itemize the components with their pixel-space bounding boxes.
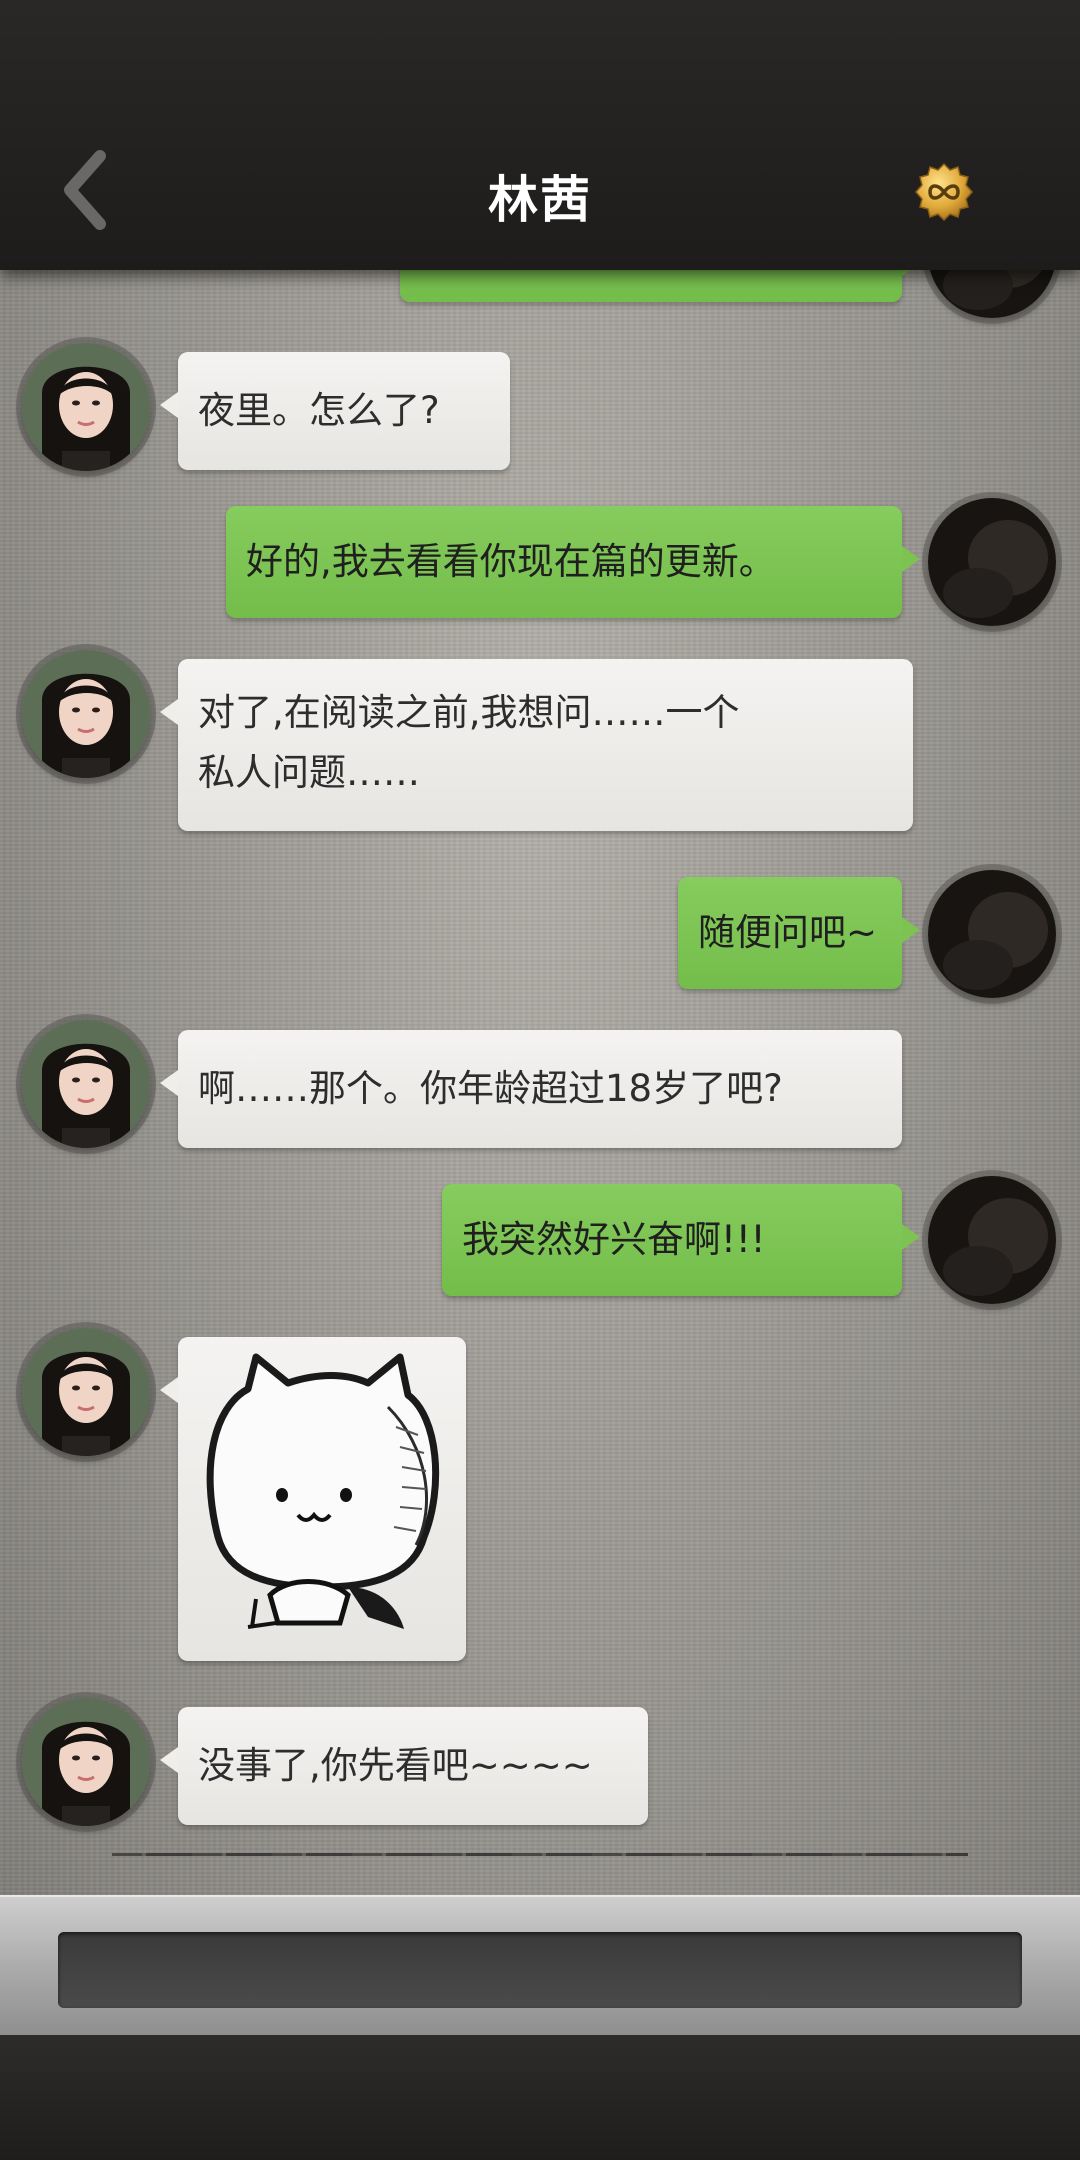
dark-avatar <box>928 270 1056 318</box>
coin-button[interactable] <box>914 162 974 222</box>
input-bar <box>0 1895 1080 2035</box>
my-avatar[interactable] <box>928 498 1056 626</box>
message-text-line: 私人问题…… <box>198 751 420 794</box>
girl-portrait-avatar <box>22 1020 150 1148</box>
infinity-coin-icon <box>915 162 973 222</box>
message-bubble[interactable]: 对了,在阅读之前,我想问……一个 私人问题…… <box>160 659 913 831</box>
message-bubble[interactable]: 啊……那个。你年龄超过18岁了吧? <box>160 1030 902 1148</box>
message-bubble[interactable]: 我突然好兴奋啊!!! <box>442 1184 920 1296</box>
contact-avatar[interactable] <box>22 650 150 778</box>
message-bubble[interactable]: 没事了,你先看吧~~~~ <box>160 1707 648 1825</box>
top-bar: 林茜 <box>0 0 1080 270</box>
message-bubble[interactable]: 夜里。怎么了? <box>160 352 510 470</box>
contact-avatar[interactable] <box>22 1328 150 1456</box>
message-input[interactable] <box>58 1932 1022 2008</box>
bottom-panel <box>0 2035 1080 2160</box>
message-text: 好的,我去看看你现在篇的更新。 <box>246 540 776 583</box>
message-bubble[interactable]: 随便问吧~ <box>678 877 920 989</box>
my-avatar[interactable] <box>928 1176 1056 1304</box>
my-avatar[interactable] <box>928 870 1056 998</box>
contact-avatar[interactable] <box>22 343 150 471</box>
sticker-bubble[interactable] <box>160 1337 466 1661</box>
dark-avatar <box>928 1176 1056 1304</box>
message-text: 我突然好兴奋啊!!! <box>462 1218 766 1261</box>
dark-avatar <box>928 498 1056 626</box>
message-text: 随便问吧~ <box>698 911 878 954</box>
message-bubble[interactable] <box>400 270 920 302</box>
message-list[interactable]: 夜里。怎么了? 好的,我去看看你现在篇的更新。 对了,在阅读之前,我想问……一个… <box>0 270 1080 1895</box>
contact-avatar[interactable] <box>22 1698 150 1826</box>
message-text-line: 对了,在阅读之前,我想问……一个 <box>198 691 740 734</box>
message-bubble[interactable]: 好的,我去看看你现在篇的更新。 <box>226 506 920 618</box>
my-avatar[interactable] <box>928 270 1056 318</box>
message-text: 夜里。怎么了? <box>198 389 440 432</box>
girl-portrait-avatar <box>22 1698 150 1826</box>
contact-avatar[interactable] <box>22 1020 150 1148</box>
cat-sticker <box>206 1353 440 1629</box>
message-text: 啊……那个。你年龄超过18岁了吧? <box>198 1067 783 1110</box>
chat-screen: 林茜 夜里。怎么了? 好的,我去看看你现在篇的更新。 对了,在阅读之前,我想问…… <box>0 0 1080 2160</box>
girl-portrait-avatar <box>22 343 150 471</box>
chat-divider <box>112 1853 968 1856</box>
dark-avatar <box>928 870 1056 998</box>
girl-portrait-avatar <box>22 1328 150 1456</box>
girl-portrait-avatar <box>22 650 150 778</box>
message-text: 没事了,你先看吧~~~~ <box>198 1744 593 1787</box>
